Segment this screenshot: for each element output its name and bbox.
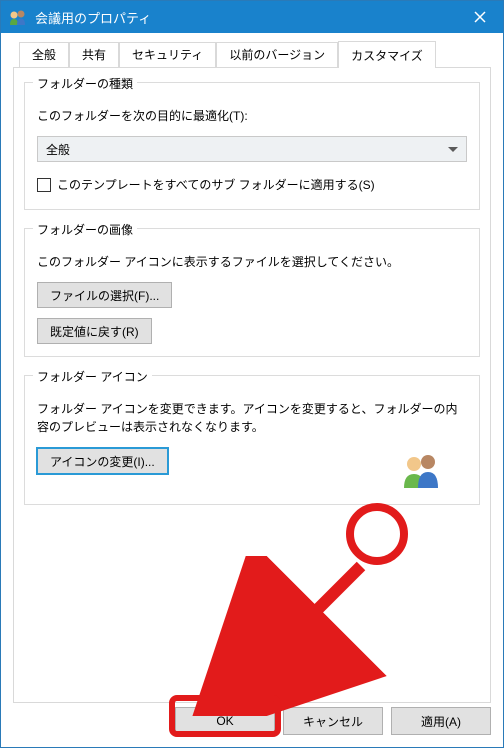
apply-button[interactable]: 適用(A)	[391, 707, 491, 735]
change-icon-button[interactable]: アイコンの変更(I)...	[37, 448, 168, 474]
apply-subfolders-checkbox[interactable]	[37, 178, 51, 192]
tab-security[interactable]: セキュリティ	[119, 42, 216, 67]
group-folder-image-legend: フォルダーの画像	[33, 221, 137, 238]
restore-default-button[interactable]: 既定値に戻す(R)	[37, 318, 152, 344]
tab-customize[interactable]: カスタマイズ	[338, 41, 436, 68]
folder-image-help: このフォルダー アイコンに表示するファイルを選択してください。	[37, 253, 467, 270]
window-title: 会議用のプロパティ	[35, 8, 457, 27]
group-folder-type-legend: フォルダーの種類	[33, 75, 137, 92]
choose-file-button[interactable]: ファイルの選択(F)...	[37, 282, 172, 308]
chevron-down-icon	[448, 147, 458, 152]
close-icon	[474, 11, 486, 23]
apply-subfolders-row[interactable]: このテンプレートをすべてのサブ フォルダーに適用する(S)	[37, 176, 467, 193]
dialog-buttons: OK キャンセル 適用(A)	[175, 707, 491, 735]
group-folder-icon-legend: フォルダー アイコン	[33, 368, 152, 385]
title-bar: 会議用のプロパティ	[1, 1, 503, 33]
ok-button[interactable]: OK	[175, 707, 275, 735]
optimize-label: このフォルダーを次の目的に最適化(T):	[37, 107, 467, 124]
optimize-select-value: 全般	[46, 141, 70, 158]
window-icon	[9, 8, 27, 26]
folder-icon-preview	[401, 450, 441, 490]
group-folder-image: フォルダーの画像 このフォルダー アイコンに表示するファイルを選択してください。…	[24, 228, 480, 357]
group-folder-icon: フォルダー アイコン フォルダー アイコンを変更できます。アイコンを変更すると、…	[24, 375, 480, 505]
optimize-select[interactable]: 全般	[37, 136, 467, 162]
tab-pane-customize: フォルダーの種類 このフォルダーを次の目的に最適化(T): 全般 このテンプレー…	[13, 67, 491, 703]
tab-share[interactable]: 共有	[69, 42, 119, 67]
cancel-button[interactable]: キャンセル	[283, 707, 383, 735]
close-button[interactable]	[457, 1, 503, 33]
folder-icon-help: フォルダー アイコンを変更できます。アイコンを変更すると、フォルダーの内容のプレ…	[37, 400, 467, 436]
apply-subfolders-label: このテンプレートをすべてのサブ フォルダーに適用する(S)	[57, 176, 375, 193]
tab-general[interactable]: 全般	[19, 42, 69, 67]
tab-strip: 全般 共有 セキュリティ 以前のバージョン カスタマイズ	[13, 41, 491, 67]
group-folder-type: フォルダーの種類 このフォルダーを次の目的に最適化(T): 全般 このテンプレー…	[24, 82, 480, 210]
tab-versions[interactable]: 以前のバージョン	[216, 42, 338, 67]
